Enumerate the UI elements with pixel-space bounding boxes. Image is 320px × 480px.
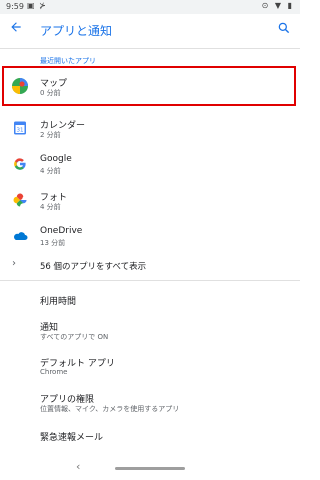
arrow-back-icon[interactable]: [9, 20, 23, 34]
recent-app-calendar[interactable]: 31 カレンダー 2 分前: [0, 110, 300, 146]
status-time: 9:59: [6, 2, 24, 11]
app-name: OneDrive: [40, 226, 83, 236]
setting-summary: Chrome: [40, 368, 68, 376]
setting-emergency-alerts[interactable]: 緊急速報メール: [0, 420, 300, 456]
app-bar: アプリと通知: [0, 14, 300, 48]
app-last-used: 4 分前: [40, 203, 61, 211]
app-last-used: 2 分前: [40, 131, 61, 139]
chevron-right-icon: ›: [12, 258, 16, 269]
app-last-used: 4 分前: [40, 167, 61, 175]
navigation-bar: ‹: [0, 458, 300, 480]
system-status-icons: ⊙ ▼ ▮: [261, 1, 294, 10]
google-icon: [12, 156, 28, 172]
setting-default-apps[interactable]: デフォルト アプリ Chrome: [0, 348, 300, 384]
recent-app-photos[interactable]: フォト 4 分前: [0, 182, 300, 218]
show-all-apps-label: 56 個のアプリをすべて表示: [40, 262, 147, 272]
calendar-icon-text: 31: [17, 128, 24, 134]
app-name: Google: [40, 154, 72, 164]
setting-summary: すべてのアプリで ON: [40, 333, 109, 341]
nav-back-icon[interactable]: ‹: [76, 460, 80, 473]
recent-app-google[interactable]: Google 4 分前: [0, 146, 300, 182]
recent-apps-heading: 最近開いたアプリ: [40, 57, 96, 65]
setting-app-permissions[interactable]: アプリの権限 位置情報、マイク、カメラを使用するアプリ: [0, 384, 300, 420]
search-icon[interactable]: [277, 20, 291, 34]
app-last-used: 13 分前: [40, 239, 66, 247]
highlight-box: [2, 66, 296, 106]
section-divider: [0, 280, 300, 281]
onedrive-icon: [12, 228, 28, 244]
header-divider: [0, 48, 300, 49]
show-all-apps-button[interactable]: › 56 個のアプリをすべて表示: [0, 255, 300, 277]
recent-app-onedrive[interactable]: OneDrive 13 分前: [0, 218, 300, 254]
setting-label: 利用時間: [40, 297, 77, 307]
calendar-icon: 31: [12, 120, 28, 136]
home-pill[interactable]: [115, 467, 185, 470]
setting-summary: 位置情報、マイク、カメラを使用するアプリ: [40, 405, 180, 413]
status-bar: 9:59 ▣ ⊁ ⊙ ▼ ▮: [0, 0, 300, 14]
page-title: アプリと通知: [40, 24, 113, 38]
setting-label: 緊急速報メール: [40, 433, 104, 443]
setting-notifications[interactable]: 通知 すべてのアプリで ON: [0, 312, 300, 348]
notification-icons: ▣ ⊁: [27, 1, 47, 10]
photos-icon: [12, 192, 28, 208]
